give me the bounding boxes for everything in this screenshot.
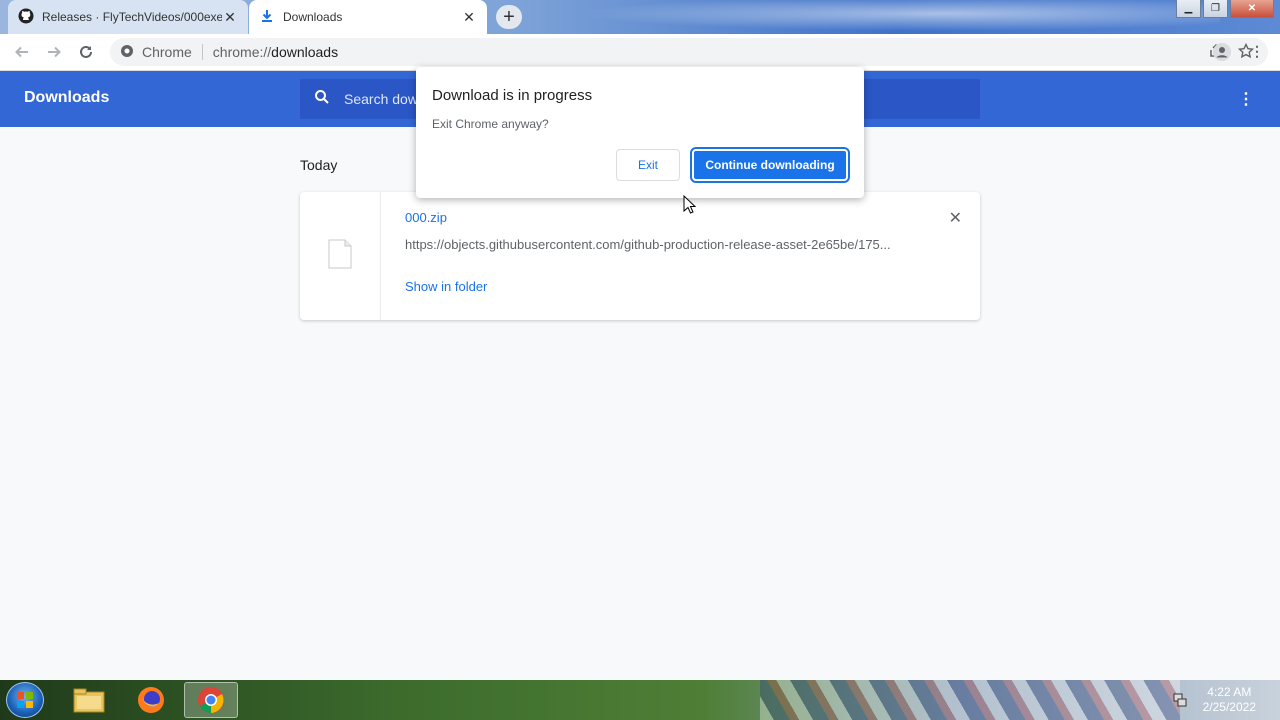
back-arrow-icon	[15, 46, 28, 58]
forward-button[interactable]	[38, 36, 70, 68]
reload-icon	[80, 45, 92, 58]
tab-close-icon[interactable]: ✕	[222, 9, 238, 26]
reload-button[interactable]	[70, 36, 102, 68]
start-button[interactable]	[6, 682, 44, 718]
close-window-button[interactable]: ✕	[1230, 0, 1274, 18]
new-tab-button[interactable]: +	[496, 5, 522, 29]
file-source-url: https://objects.githubusercontent.com/gi…	[405, 237, 891, 252]
clock-date: 2/25/2022	[1202, 700, 1256, 714]
dialog-buttons: Exit Continue downloading	[616, 147, 850, 183]
downloads-menu-icon[interactable]: ⋮	[1238, 89, 1254, 109]
windows-taskbar: 4:22 AM 2/25/2022	[0, 680, 1280, 720]
minimize-button[interactable]: ▁	[1176, 0, 1201, 18]
search-icon	[314, 89, 330, 110]
dialog-title: Download is in progress	[432, 87, 593, 104]
network-tray-icon[interactable]	[1172, 692, 1188, 713]
forward-arrow-icon	[48, 46, 61, 58]
file-name-link[interactable]: 000.zip	[405, 210, 956, 225]
browser-toolbar: Chrome chrome:// downloads	[0, 34, 1280, 71]
chrome-icon[interactable]	[184, 682, 238, 718]
window-controls: ▁ ❐ ✕	[1176, 0, 1274, 18]
chrome-menu-icon[interactable]: ⋮	[1250, 43, 1264, 60]
mouse-cursor-icon	[683, 194, 697, 220]
continue-downloading-button[interactable]: Continue downloading	[690, 147, 850, 183]
download-item-card: 000.zip https://objects.githubuserconten…	[300, 192, 980, 320]
file-icon	[327, 239, 353, 274]
tab-title: Downloads	[283, 10, 343, 24]
date-section-title: Today	[300, 157, 338, 173]
tab-downloads[interactable]: Downloads ✕	[249, 0, 487, 34]
chrome-site-icon	[120, 44, 134, 61]
system-clock[interactable]: 4:22 AM 2/25/2022	[1203, 685, 1256, 715]
download-details: 000.zip https://objects.githubuserconten…	[381, 192, 980, 320]
title-bar: Releases · FlyTechVideos/000exe ✕ Downlo…	[0, 0, 1280, 34]
page-title: Downloads	[24, 89, 110, 106]
title-bar-background	[520, 0, 1220, 34]
taskbar-wallpaper	[760, 680, 1180, 720]
file-icon-column	[300, 192, 381, 320]
exit-button[interactable]: Exit	[616, 149, 680, 181]
download-icon	[259, 8, 275, 27]
address-separator	[201, 44, 203, 60]
back-button[interactable]	[6, 36, 38, 68]
dialog-message: Exit Chrome anyway?	[432, 117, 549, 131]
remove-item-close-icon[interactable]: ✕	[949, 208, 962, 228]
profile-avatar-icon[interactable]	[1212, 42, 1232, 67]
url-path: downloads	[271, 44, 339, 60]
restore-button[interactable]: ❐	[1203, 0, 1228, 18]
url-scheme: chrome://	[212, 44, 272, 60]
file-explorer-icon[interactable]	[62, 682, 116, 718]
site-chip: Chrome	[142, 44, 192, 60]
tab-releases[interactable]: Releases · FlyTechVideos/000exe ✕	[8, 0, 248, 34]
windows-logo-icon	[17, 692, 33, 708]
clock-time: 4:22 AM	[1207, 685, 1252, 699]
tab-close-icon[interactable]: ✕	[461, 9, 477, 26]
show-in-folder-link[interactable]: Show in folder	[405, 279, 487, 294]
tab-title: Releases · FlyTechVideos/000exe	[42, 10, 222, 24]
github-icon	[18, 8, 34, 27]
address-bar[interactable]: Chrome chrome:// downloads	[110, 38, 1268, 66]
firefox-icon[interactable]	[124, 682, 178, 718]
exit-confirm-dialog: Download is in progress Exit Chrome anyw…	[416, 67, 864, 198]
